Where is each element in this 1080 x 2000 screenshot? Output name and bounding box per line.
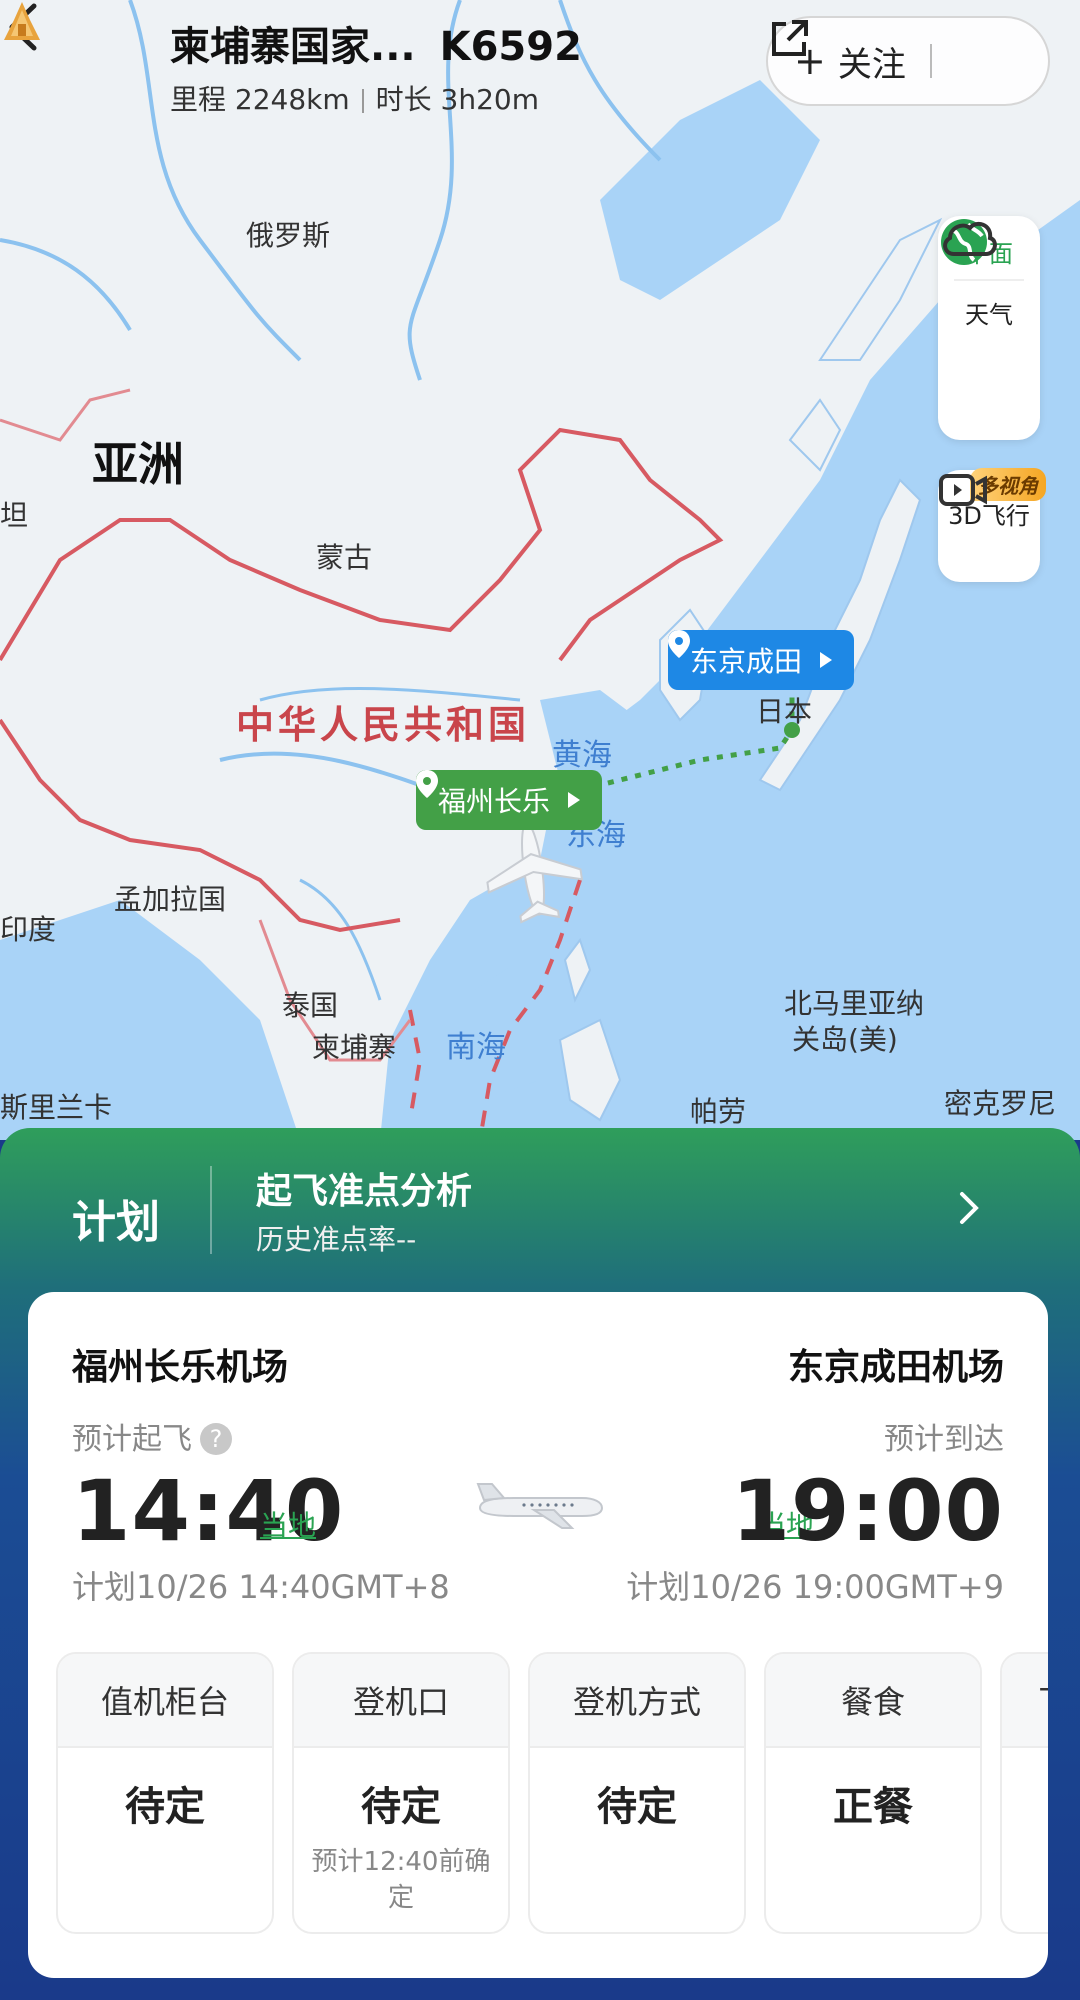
map-label-japan: 日本 [756,695,813,728]
departure-airport-pin[interactable]: 福州长乐 [416,770,603,830]
airplane-icon [486,822,584,924]
arrival-airport-pin[interactable]: 东京成田 [668,630,855,690]
airline-logo [4,2,40,40]
map-label-china: 中华人民共和国 [236,703,531,747]
share-icon [772,20,808,56]
map-label-srilanka: 斯里兰卡 [0,1091,113,1124]
checkin-counter-card[interactable]: 值机柜台 待定 [56,1652,274,1934]
page-title: 柬埔寨国家... K6592 [170,14,582,72]
gate-note: 预计12:40前确定 [311,1847,491,1913]
info-value: 待定 [361,1784,441,1830]
map-label-cambodia: 柬埔寨 [312,1031,397,1064]
flight-map[interactable]: 俄罗斯 亚洲 坦 蒙古 中华人民共和国 黄海 东海 日本 孟加拉国 印度 泰国 … [0,0,1080,1140]
follow-label: 关注 [837,44,906,85]
map-label-mongolia: 蒙古 [316,541,373,574]
gate-card[interactable]: 登机口 待定 预计12:40前确定 [292,1652,510,1934]
ontime-title: 起飞准点分析 [256,1171,473,1212]
info-head: 登机口 [294,1654,508,1748]
fly-3d-button[interactable]: 多视角 3D飞行 [938,468,1046,582]
map-label-micronesia: 密克罗尼 [944,1087,1057,1120]
departure-local-link[interactable]: 当地 [260,1504,316,1544]
map-label-asia: 亚洲 [92,437,184,491]
arrival-status-label: 预计到达 [884,1422,1004,1457]
info-head: 飞 [1002,1654,1048,1748]
info-value: 待定 [125,1784,205,1830]
pin-arrow-icon [568,792,581,808]
info-value: 待定 [597,1784,677,1830]
flight-info-carousel[interactable]: 值机柜台 待定 登机口 待定 预计12:40前确定 登机方式 待定 餐食 正餐 … [56,1652,1048,1936]
boarding-method-card[interactable]: 登机方式 待定 [528,1652,746,1934]
question-icon[interactable]: ? [200,1423,232,1455]
map-label-south-sea: 南海 [446,1030,506,1065]
location-pin-icon [416,770,438,798]
ontime-analysis-row[interactable]: 计划 起飞准点分析 历史准点率-- [0,1128,1080,1290]
departure-pin-label: 福州长乐 [438,785,551,818]
share-button[interactable] [772,18,1014,104]
map-label-russia: 俄罗斯 [246,219,331,252]
arrival-time: 19:00 [731,1462,1004,1560]
map-label-n-mariana: 北马里亚纳 [784,987,925,1020]
arrival-airport-name: 东京成田机场 [787,1347,1004,1388]
arrival-plan-time: 计划10/26 19:00GMT+9 [626,1568,1004,1606]
map-label-palau: 帕劳 [690,1095,747,1128]
flight-number: K6592 [439,24,582,70]
pin-arrow-icon [820,652,833,668]
next-info-card[interactable]: 飞 [1000,1652,1048,1934]
flight-schedule-card: 福州长乐机场 东京成田机场 预计起飞? 预计到达 14:40 当地 当地 19:… [28,1292,1048,1978]
flight-title-block: 柬埔寨国家... K6592 里程 2248km 时长 3h20m [170,14,582,118]
cloud-icon [943,221,997,256]
airline-name: 柬埔寨国家... [170,24,416,70]
info-value: 正餐 [833,1784,913,1830]
map-canvas [0,0,1080,1140]
map-label-yellow-sea: 黄海 [552,738,612,773]
weather-label: 天气 [965,301,1013,329]
map-label-bangladesh: 孟加拉国 [114,883,227,916]
map-label-edge: 坦 [0,499,29,532]
airplane-side-icon [476,1483,604,1529]
arrival-pin-label: 东京成田 [690,645,803,678]
weather-button[interactable]: 天气 [938,221,1040,330]
ontime-rate: 历史准点率-- [256,1223,417,1256]
meal-card[interactable]: 餐食 正餐 [764,1652,982,1934]
info-head: 值机柜台 [58,1654,272,1748]
plan-label: 计划 [72,1197,160,1248]
map-label-thailand: 泰国 [282,989,339,1022]
map-mode-panel: 平面 天气 [938,216,1040,440]
info-head: 登机方式 [530,1654,744,1748]
map-label-guam: 关岛(美) [792,1023,898,1056]
distance-text: 里程 2248km [170,83,350,116]
departure-status-label: 预计起飞? [72,1414,232,1458]
follow-share-group: + 关注 [766,16,1050,106]
flight-meta: 里程 2248km 时长 3h20m [170,78,582,118]
location-pin-icon [668,630,690,658]
departure-airport-name: 福州长乐机场 [72,1347,289,1388]
duration-text: 时长 3h20m [375,83,540,116]
video-3d-icon [939,474,987,506]
map-label-india: 印度 [0,913,57,946]
info-head: 餐食 [766,1654,980,1748]
chevron-right-icon [960,1192,979,1224]
departure-plan-time: 计划10/26 14:40GMT+8 [72,1568,450,1606]
